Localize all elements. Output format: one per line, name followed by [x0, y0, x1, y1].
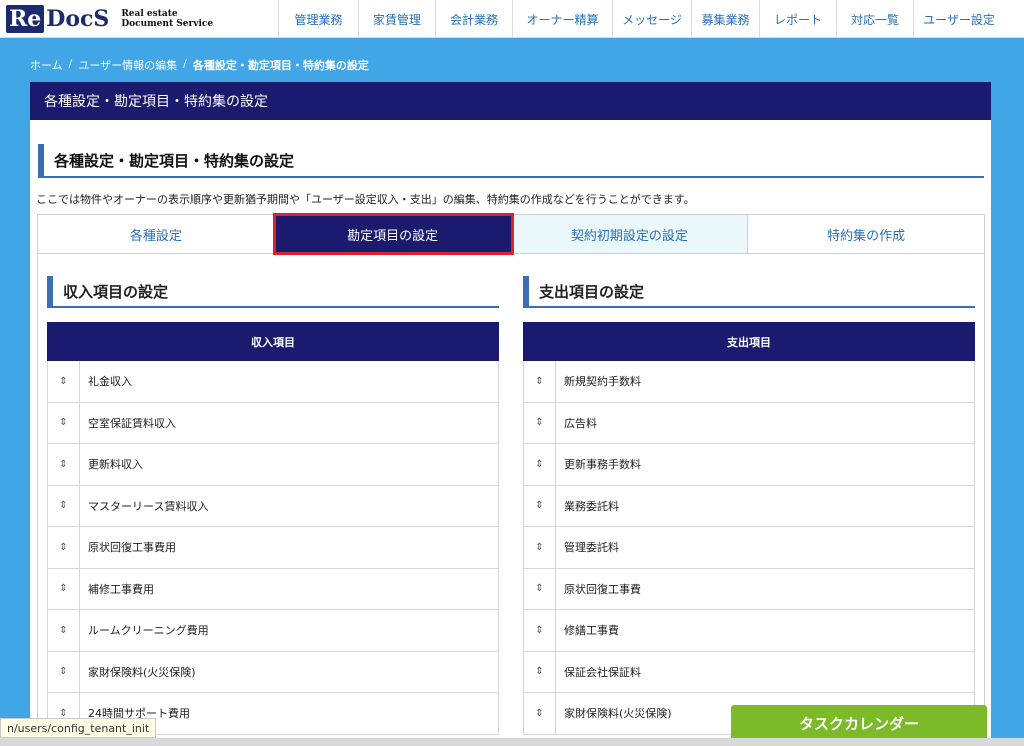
nav-item[interactable]: 会計業務 [435, 0, 512, 38]
breadcrumb-home[interactable]: ホーム [30, 57, 63, 73]
drag-handle-icon[interactable]: ⇕ [524, 568, 556, 609]
income-list: ⇕ 礼金収入 ⇕ 空室保証賃料収入 ⇕ 更新料収入 ⇕ マスターリース賃料収入 ⇕ 原状回復工事費… [47, 361, 499, 735]
drag-handle-icon[interactable]: ⇕ [48, 361, 80, 402]
breadcrumb-user-edit[interactable]: ユーザー情報の編集 [78, 57, 177, 73]
tab-account-items[interactable]: 勘定項目の設定 [272, 213, 514, 255]
nav-item[interactable]: メッセージ [612, 0, 691, 38]
drag-handle-icon[interactable]: ⇕ [48, 651, 80, 692]
tab-general-settings[interactable]: 各種設定 [38, 215, 275, 253]
expense-list: ⇕ 新規契約手数料 ⇕ 広告料 ⇕ 更新事務手数料 ⇕ 業務委託料 ⇕ 管理委託料 ⇕ 原状回復工事費… [523, 361, 975, 735]
expense-item-label: 広告料 [564, 416, 597, 430]
drag-handle-icon[interactable]: ⇕ [524, 527, 556, 568]
logo-subtitle-line2: Document Service [121, 19, 214, 29]
drag-handle-icon[interactable]: ⇕ [524, 651, 556, 692]
expense-item-label: 業務委託料 [564, 499, 619, 513]
expense-row[interactable]: ⇕ 保証会社保証料 [523, 651, 975, 693]
income-item-label: マスターリース賃料収入 [88, 499, 209, 513]
expense-item-label: 更新事務手数料 [564, 458, 641, 472]
nav-item[interactable]: 家賃管理 [358, 0, 435, 38]
income-item-label: 更新料収入 [88, 458, 143, 472]
task-calendar-button[interactable]: タスクカレンダー [731, 705, 987, 741]
nav-item[interactable]: ユーザー設定 [913, 0, 1004, 38]
expense-table-header: 支出項目 [523, 322, 975, 361]
drag-handle-icon[interactable]: ⇕ [48, 485, 80, 526]
expense-column: 支出項目の設定 支出項目 ⇕ 新規契約手数料 ⇕ 広告料 ⇕ 更新事務手数料 ⇕ 業務委託料 ⇕… [523, 254, 975, 735]
expense-item-label: 管理委託料 [564, 541, 619, 555]
settings-tabs: 各種設定 勘定項目の設定 契約初期設定の設定 特約集の作成 [37, 213, 985, 255]
settings-panel: 各種設定・勘定項目・特約集の設定 各種設定・勘定項目・特約集の設定 ここでは物件… [30, 82, 991, 746]
income-row[interactable]: ⇕ 家財保険料(火災保険) [47, 651, 499, 693]
income-item-label: ルームクリーニング費用 [88, 624, 209, 638]
expense-row[interactable]: ⇕ 広告料 [523, 402, 975, 444]
income-row[interactable]: ⇕ 空室保証賃料収入 [47, 402, 499, 444]
expense-item-label: 新規契約手数料 [564, 375, 641, 389]
top-nav-bar: Re DocS Real estate Document Service 管理業… [0, 0, 1024, 38]
drag-handle-icon[interactable]: ⇕ [48, 402, 80, 443]
nav-item[interactable]: 管理業務 [278, 0, 358, 38]
bottom-strip [0, 738, 1024, 746]
drag-handle-icon[interactable]: ⇕ [48, 527, 80, 568]
income-item-label: 家財保険料(火災保険) [88, 665, 196, 679]
logo-docs: DocS [46, 6, 110, 32]
income-row[interactable]: ⇕ 原状回復工事費用 [47, 527, 499, 569]
drag-handle-icon[interactable]: ⇕ [524, 610, 556, 651]
main-nav: 管理業務 家賃管理 会計業務 オーナー精算 メッセージ 募集業務 レポート 対応一覧 ユーザー設… [278, 0, 1004, 38]
panel-header: 各種設定・勘定項目・特約集の設定 [30, 82, 991, 120]
logo-subtitle-line1: Real estate [121, 9, 178, 19]
drag-handle-icon[interactable]: ⇕ [524, 444, 556, 485]
expense-row[interactable]: ⇕ 原状回復工事費 [523, 568, 975, 610]
tab-contract-initial-settings[interactable]: 契約初期設定の設定 [511, 215, 749, 253]
breadcrumb-separator: / [68, 57, 73, 70]
section-title: 各種設定・勘定項目・特約集の設定 [38, 144, 984, 178]
breadcrumb: ホーム / ユーザー情報の編集 / 各種設定・勘定項目・特約集の設定 [30, 57, 369, 73]
expense-row[interactable]: ⇕ 管理委託料 [523, 527, 975, 569]
drag-handle-icon[interactable]: ⇕ [524, 361, 556, 402]
drag-handle-icon[interactable]: ⇕ [48, 444, 80, 485]
income-row[interactable]: ⇕ 更新料収入 [47, 444, 499, 486]
income-row[interactable]: ⇕ マスターリース賃料収入 [47, 485, 499, 527]
expense-title: 支出項目の設定 [523, 276, 975, 308]
nav-item[interactable]: レポート [759, 0, 836, 38]
income-item-label: 補修工事費用 [88, 582, 154, 596]
nav-item[interactable]: 募集業務 [691, 0, 759, 38]
income-item-label: 原状回復工事費用 [88, 541, 176, 555]
expense-row[interactable]: ⇕ 修繕工事費 [523, 610, 975, 652]
income-row[interactable]: ⇕ 補修工事費用 [47, 568, 499, 610]
expense-row[interactable]: ⇕ 更新事務手数料 [523, 444, 975, 486]
income-row[interactable]: ⇕ 礼金収入 [47, 361, 499, 403]
drag-handle-icon[interactable]: ⇕ [524, 485, 556, 526]
nav-item[interactable]: オーナー精算 [512, 0, 612, 38]
income-table-header: 収入項目 [47, 322, 499, 361]
logo-re: Re [6, 5, 45, 33]
drag-handle-icon[interactable]: ⇕ [524, 693, 556, 734]
app-logo[interactable]: Re DocS Real estate Document Service [0, 0, 278, 38]
income-row[interactable]: ⇕ ルームクリーニング費用 [47, 610, 499, 652]
drag-handle-icon[interactable]: ⇕ [524, 402, 556, 443]
income-title: 収入項目の設定 [47, 276, 499, 308]
status-bar-url: n/users/config_tenant_init [0, 718, 157, 738]
breadcrumb-separator: / [183, 57, 187, 70]
expense-row[interactable]: ⇕ 業務委託料 [523, 485, 975, 527]
nav-item[interactable]: 対応一覧 [836, 0, 913, 38]
expense-item-label: 保証会社保証料 [564, 665, 641, 679]
tab-special-clauses[interactable]: 特約集の作成 [748, 215, 984, 253]
expense-item-label: 原状回復工事費 [564, 582, 641, 596]
logo-subtitle: Real estate Document Service [121, 9, 213, 29]
income-column: 収入項目の設定 収入項目 ⇕ 礼金収入 ⇕ 空室保証賃料収入 ⇕ 更新料収入 ⇕ マスターリー… [47, 254, 499, 735]
drag-handle-icon[interactable]: ⇕ [48, 568, 80, 609]
expense-row[interactable]: ⇕ 新規契約手数料 [523, 361, 975, 403]
page-description: ここでは物件やオーナーの表示順序や更新猶予期間や「ユーザー設定収入・支出」の編集… [36, 193, 695, 206]
expense-item-label: 修繕工事費 [564, 624, 619, 638]
tab-content: 収入項目の設定 収入項目 ⇕ 礼金収入 ⇕ 空室保証賃料収入 ⇕ 更新料収入 ⇕ マスターリー… [37, 254, 985, 746]
income-item-label: 礼金収入 [88, 375, 132, 389]
drag-handle-icon[interactable]: ⇕ [48, 610, 80, 651]
breadcrumb-current: 各種設定・勘定項目・特約集の設定 [192, 59, 369, 72]
income-item-label: 空室保証賃料収入 [88, 416, 176, 430]
expense-item-label: 家財保険料(火災保険) [564, 707, 672, 721]
